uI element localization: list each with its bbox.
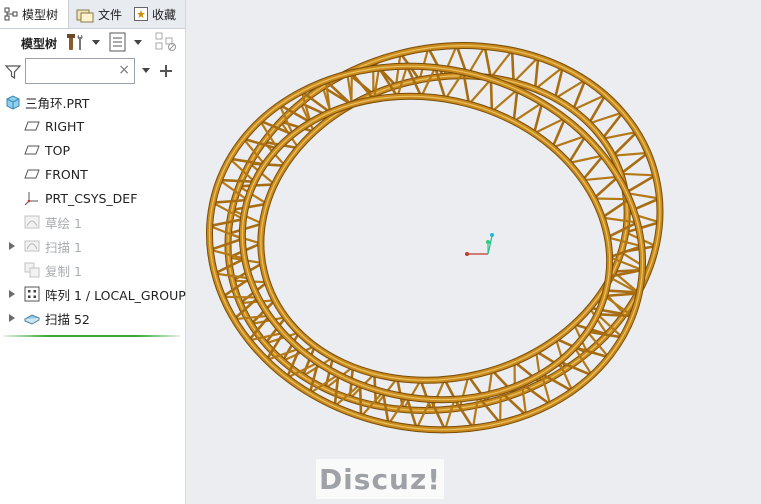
expand-arrow-icon[interactable] — [9, 242, 15, 250]
front-ring-strut — [219, 178, 255, 183]
tree-item-label: 扫描 1 — [45, 239, 82, 255]
tree-item-label: RIGHT — [45, 118, 85, 134]
model-tree-panel: 模型树 文件 收藏 模型树 × 三角环.PRT RIGHT TOP FRONT … — [0, 0, 186, 504]
tree-item-label: 扫描 52 — [45, 311, 90, 327]
front-ring-strut — [597, 313, 633, 318]
back-ring-strut — [533, 57, 540, 90]
front-ring-strut — [222, 295, 259, 299]
triad-x-marker — [465, 252, 469, 256]
front-ring-strut — [325, 79, 353, 106]
back-ring-strut — [510, 50, 515, 83]
front-ring-strut — [358, 384, 363, 417]
tab-model-tree[interactable]: 模型树 — [0, 0, 69, 28]
sketch-icon — [24, 214, 40, 230]
tree-item-label: 阵列 1 / LOCAL_GROUP — [45, 287, 186, 303]
tree-item-csys[interactable]: PRT_CSYS_DEF — [0, 186, 185, 210]
tree-item-label: TOP — [45, 142, 71, 158]
toolbar-title: 模型树 — [21, 37, 58, 51]
back-ring-strut — [612, 151, 649, 157]
front-ring-strut — [592, 175, 619, 200]
expand-arrow-icon[interactable] — [9, 290, 15, 298]
add-filter-icon[interactable] — [159, 63, 173, 79]
datum-plane-icon — [24, 118, 40, 134]
sweep-icon — [24, 238, 40, 254]
tree-item-sketch[interactable]: 草绘 1 — [0, 210, 185, 234]
tree-item-front-plane[interactable]: FRONT — [0, 162, 185, 186]
front-ring-strut — [443, 398, 456, 431]
front-ring-strut — [489, 79, 494, 112]
front-ring-strut — [601, 216, 638, 224]
front-ring-strut — [512, 89, 519, 122]
back-ring-strut — [620, 172, 656, 177]
front-ring-strut — [468, 78, 492, 105]
back-ring-strut — [512, 56, 539, 83]
front-ring-strut — [429, 398, 447, 431]
coordinate-system-icon — [24, 190, 40, 206]
datum-plane-icon — [24, 166, 40, 182]
chevron-down-icon[interactable] — [92, 40, 100, 45]
front-ring-strut — [491, 88, 519, 113]
watermark: Discuz! — [316, 459, 444, 499]
visibility-filter-icon[interactable] — [155, 32, 177, 52]
tree-item-label: 草绘 1 — [45, 215, 82, 231]
chevron-down-icon[interactable] — [142, 68, 150, 73]
show-list-icon[interactable] — [109, 32, 127, 52]
favorites-icon — [134, 7, 148, 21]
tree-item-sweep-52[interactable]: 扫描 52 — [0, 306, 185, 330]
pattern-icon — [24, 286, 40, 302]
tree-root-label: 三角环.PRT — [25, 95, 90, 111]
tree-item-label: PRT_CSYS_DEF — [45, 190, 138, 206]
back-ring-strut — [419, 379, 433, 411]
expand-arrow-icon[interactable] — [9, 314, 15, 322]
tree-item-right-plane[interactable]: RIGHT — [0, 114, 185, 138]
back-ring-strut — [619, 151, 649, 175]
settings-tools-icon[interactable] — [66, 32, 86, 52]
sweep-feature-icon — [23, 310, 41, 326]
triad-z-marker — [490, 233, 494, 237]
folder-icon — [76, 7, 94, 23]
insert-here-line[interactable] — [4, 335, 180, 337]
filter-icon[interactable] — [4, 64, 22, 80]
tree-toolbar: 模型树 — [0, 28, 185, 58]
tab-favorites-label: 收藏 — [152, 7, 177, 22]
front-ring-strut — [593, 197, 630, 201]
clear-search-button[interactable]: × — [118, 62, 130, 78]
front-ring-strut — [415, 398, 432, 429]
front-ring-strut — [582, 175, 619, 182]
tab-model-tree-label: 模型树 — [22, 7, 59, 22]
tree-item-top-plane[interactable]: TOP — [0, 138, 185, 162]
part-icon — [5, 94, 21, 110]
panel-tabs: 模型树 文件 收藏 — [0, 0, 185, 29]
front-ring-strut — [471, 396, 480, 429]
datum-plane-icon — [24, 142, 40, 158]
tree-item-label: FRONT — [45, 166, 88, 182]
tree-item-copy[interactable]: 复制 1 — [0, 258, 185, 282]
back-ring-strut — [489, 49, 513, 79]
tab-favorites[interactable]: 收藏 — [130, 0, 185, 28]
tab-files-label: 文件 — [98, 7, 123, 22]
tree-item-pattern[interactable]: 阵列 1 / LOCAL_GROUP — [0, 282, 186, 306]
tree-item-label: 复制 1 — [45, 263, 82, 279]
search-input[interactable]: × — [25, 58, 135, 84]
front-ring-strut — [333, 374, 340, 407]
front-ring-strut — [212, 198, 248, 204]
tree-item-sweep-1[interactable]: 扫描 1 — [0, 234, 185, 258]
filter-row: × — [0, 58, 185, 88]
ring-model[interactable] — [186, 0, 761, 504]
copy-icon — [24, 262, 40, 278]
triad-y-marker — [486, 240, 490, 244]
tab-files[interactable]: 文件 — [72, 0, 130, 28]
graphics-viewport[interactable] — [186, 0, 761, 504]
tree-root-part[interactable]: 三角环.PRT — [0, 90, 185, 114]
back-ring-strut — [624, 174, 657, 195]
chevron-down-icon[interactable] — [134, 40, 142, 45]
back-ring-strut — [483, 46, 493, 78]
model-tree-icon — [4, 7, 18, 21]
